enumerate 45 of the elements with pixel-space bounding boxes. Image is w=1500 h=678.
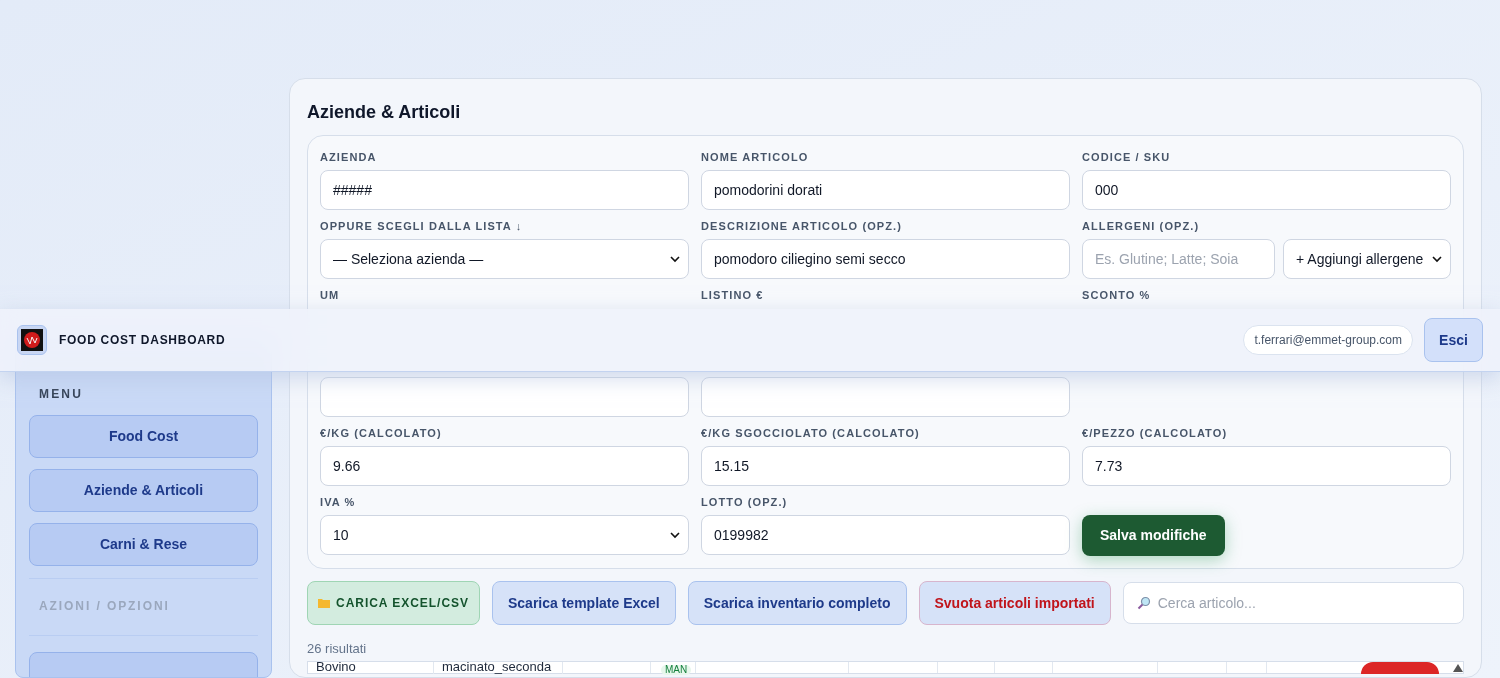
input-field[interactable]: 15.15 <box>701 446 1070 486</box>
field-label: LISTINO € <box>701 288 765 303</box>
app-title: FOOD COST DASHBOARD <box>59 332 226 349</box>
input-field[interactable]: ##### <box>320 170 689 210</box>
toolbar-button[interactable]: Svuota articoli importati <box>918 581 1111 625</box>
field-label: NOME ARTICOLO <box>701 150 810 165</box>
table-cell: Bovino <box>308 662 434 674</box>
section-heading: AZIONI / OPZIONI <box>38 598 171 615</box>
table-cell: macinato_seconda <box>434 662 563 674</box>
field-label: LOTTO (OPZ.) <box>701 495 789 510</box>
user-email: t.ferrari@emmet-group.com <box>1243 325 1413 355</box>
field-label: €/PEZZO (CALCOLATO) <box>1082 426 1229 441</box>
field-label: SCONTO % <box>1082 288 1152 303</box>
upload-button[interactable]: CARICA EXCEL/CSV <box>307 581 480 625</box>
field-label: IVA % <box>320 495 357 510</box>
input-field[interactable]: Es. Glutine; Latte; Soia <box>1082 239 1275 279</box>
toolbar-button[interactable]: Scarica inventario completo <box>687 581 907 625</box>
status-badge: MAN <box>661 665 692 675</box>
menu-heading: MENU <box>38 386 84 403</box>
input-field[interactable]: pomodorini dorati <box>701 170 1070 210</box>
toolbar-button[interactable]: Scarica template Excel <box>492 581 676 625</box>
field-label: ALLERGENI (OPZ.) <box>1082 219 1201 234</box>
dropdown[interactable]: + Aggiungi allergene <box>1283 239 1451 279</box>
section-title: Aziende & Articoli <box>307 101 462 124</box>
field-label: UM <box>320 288 341 303</box>
results-count: 26 risultati <box>307 640 368 656</box>
input-field[interactable]: 0199982 <box>701 515 1070 555</box>
sidebar-item[interactable]: Food Cost <box>29 415 258 458</box>
field-label: DESCRIZIONE ARTICOLO (OPZ.) <box>701 219 903 234</box>
input-field[interactable]: 7.73 <box>1082 446 1451 486</box>
sidebar-item[interactable]: Aziende & Articoli <box>29 469 258 512</box>
save-button[interactable]: Salva modifiche <box>1082 515 1225 556</box>
sidebar-item[interactable]: Carni & Rese <box>29 523 258 566</box>
dropdown[interactable]: — Seleziona azienda — <box>320 239 689 279</box>
search-field[interactable]: Cerca articolo... <box>1122 582 1464 624</box>
field-label: OPPURE SCEGLI DALLA LISTA ↓ <box>320 219 524 234</box>
input-field[interactable]: 000 <box>1082 170 1451 210</box>
dropdown[interactable]: 10 <box>320 515 689 555</box>
input-field[interactable]: pomodoro ciliegino semi secco <box>701 239 1070 279</box>
field-label: €/KG SGOCCIOLATO (CALCOLATO) <box>701 426 921 441</box>
field-label: AZIENDA <box>320 150 378 165</box>
field-label: CODICE / SKU <box>1082 150 1172 165</box>
logout-button[interactable]: Esci <box>1424 318 1483 362</box>
field-label: €/KG (CALCOLATO) <box>320 426 443 441</box>
input-field[interactable]: 9.66 <box>320 446 689 486</box>
